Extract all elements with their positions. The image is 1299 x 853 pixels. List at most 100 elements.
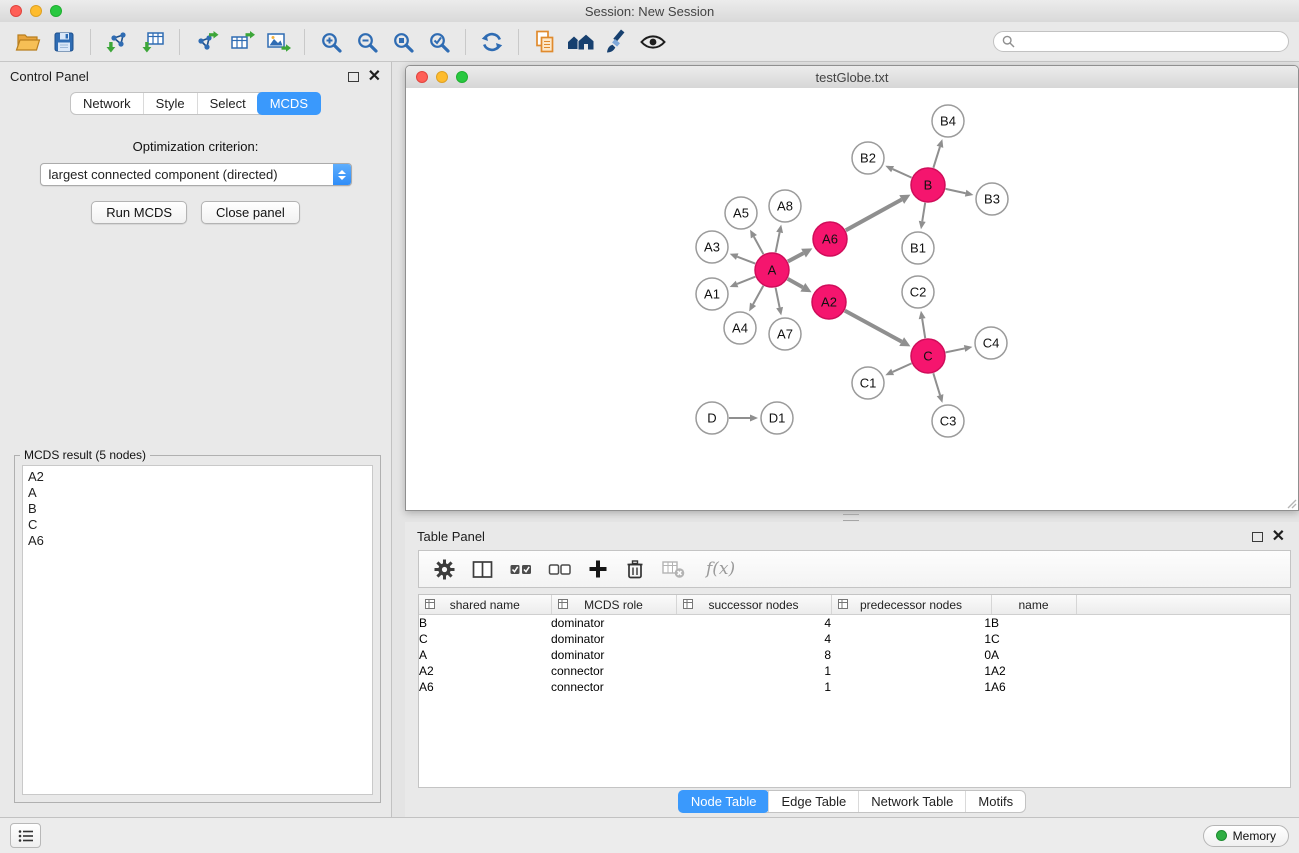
edge-A-A2[interactable]	[788, 279, 803, 288]
close-table-panel-icon[interactable]: ✕	[1272, 531, 1285, 543]
edge-A-A4[interactable]	[753, 286, 763, 305]
memory-button[interactable]: Memory	[1203, 825, 1289, 847]
node-A6[interactable]: A6	[813, 222, 847, 256]
open-session-button[interactable]	[10, 25, 46, 59]
resize-grip[interactable]	[1285, 497, 1297, 509]
export-table-button[interactable]	[224, 25, 260, 59]
edge-A-A3[interactable]	[737, 257, 755, 264]
edge-A-A5[interactable]	[754, 237, 764, 254]
edge-C-C2[interactable]	[922, 319, 925, 339]
home-view-button[interactable]	[563, 25, 599, 59]
edge-C-C1[interactable]	[893, 363, 912, 372]
zoom-out-button[interactable]	[349, 25, 385, 59]
table-mode-button[interactable]	[433, 554, 456, 584]
table-row[interactable]: Adominator80A	[419, 647, 1290, 663]
node-A[interactable]: A	[755, 253, 789, 287]
zoom-fit-button[interactable]	[385, 25, 421, 59]
tab-style[interactable]: Style	[143, 93, 197, 114]
edge-A6-B[interactable]	[846, 199, 902, 230]
network-canvas[interactable]: B4 B2 B B3 A8 A5 A6 A3 B1 A C2 A1 A2 A4 A7 C4 C C1 D D1 C3	[406, 88, 1298, 510]
column-header-shared-name[interactable]: shared name	[419, 595, 551, 615]
table-row[interactable]: A6connector11A6	[419, 679, 1290, 695]
close-panel-icon[interactable]: ✕	[368, 71, 381, 83]
tab-edge-table[interactable]: Edge Table	[768, 791, 858, 812]
edge-A2-C[interactable]	[845, 311, 902, 342]
function-builder-button[interactable]: f(x)	[702, 554, 735, 584]
close-panel-button[interactable]: Close panel	[201, 201, 300, 224]
node-A8[interactable]: A8	[769, 190, 801, 222]
node-B2[interactable]: B2	[852, 142, 884, 174]
edge-C-C4[interactable]	[946, 348, 965, 352]
close-window-button[interactable]	[10, 5, 22, 17]
minimize-window-button[interactable]	[30, 5, 42, 17]
table-row[interactable]: A2connector11A2	[419, 663, 1290, 679]
tab-node-table[interactable]: Node Table	[678, 790, 770, 813]
show-hide-details-button[interactable]	[635, 25, 671, 59]
node-C[interactable]: C	[911, 339, 945, 373]
tab-network-table[interactable]: Network Table	[858, 791, 965, 812]
column-header-predecessor-nodes[interactable]: predecessor nodes	[831, 595, 991, 615]
search-input[interactable]	[1020, 34, 1280, 50]
apply-style-button[interactable]	[599, 25, 635, 59]
save-session-button[interactable]	[46, 25, 82, 59]
edge-C-C3[interactable]	[933, 373, 940, 395]
show-panel-button[interactable]	[10, 823, 41, 848]
run-mcds-button[interactable]: Run MCDS	[91, 201, 187, 224]
tab-motifs[interactable]: Motifs	[965, 791, 1025, 812]
tab-network[interactable]: Network	[71, 93, 143, 114]
edge-B-B4[interactable]	[933, 147, 940, 168]
open-recent-button[interactable]	[527, 25, 563, 59]
export-network-button[interactable]	[188, 25, 224, 59]
column-header-name[interactable]: name	[991, 595, 1076, 615]
edge-B-B2[interactable]	[893, 169, 912, 178]
zoom-network-window-button[interactable]	[456, 71, 468, 83]
import-network-button[interactable]	[99, 25, 135, 59]
node-A3[interactable]: A3	[696, 231, 728, 263]
delete-table-button[interactable]	[661, 554, 687, 584]
node-C2[interactable]: C2	[902, 276, 934, 308]
edge-A-A6[interactable]	[788, 253, 804, 261]
optimization-select[interactable]: largest connected component (directed)	[40, 163, 352, 186]
edge-B-B3[interactable]	[946, 189, 966, 193]
edge-A-A7[interactable]	[776, 288, 780, 308]
node-A5[interactable]: A5	[725, 197, 757, 229]
minimize-network-window-button[interactable]	[436, 71, 448, 83]
edge-B-B1[interactable]	[922, 203, 925, 222]
import-table-button[interactable]	[135, 25, 171, 59]
column-header-successor-nodes[interactable]: successor nodes	[676, 595, 831, 615]
deselect-all-rows-button[interactable]	[548, 554, 572, 584]
float-panel-button[interactable]	[348, 72, 359, 82]
refresh-view-button[interactable]	[474, 25, 510, 59]
edge-A-A8[interactable]	[776, 232, 780, 252]
node-A1[interactable]: A1	[696, 278, 728, 310]
node-C3[interactable]: C3	[932, 405, 964, 437]
node-D1[interactable]: D1	[761, 402, 793, 434]
node-A2[interactable]: A2	[812, 285, 846, 319]
node-B4[interactable]: B4	[932, 105, 964, 137]
node-C1[interactable]: C1	[852, 367, 884, 399]
node-B3[interactable]: B3	[976, 183, 1008, 215]
export-image-button[interactable]	[260, 25, 296, 59]
show-columns-button[interactable]	[471, 554, 494, 584]
select-all-rows-button[interactable]	[509, 554, 533, 584]
float-table-panel-button[interactable]	[1252, 532, 1263, 542]
zoom-window-button[interactable]	[50, 5, 62, 17]
node-A7[interactable]: A7	[769, 318, 801, 350]
node-B1[interactable]: B1	[902, 232, 934, 264]
node-A4[interactable]: A4	[724, 312, 756, 344]
node-B[interactable]: B	[911, 168, 945, 202]
close-network-window-button[interactable]	[416, 71, 428, 83]
split-pane-handle[interactable]	[843, 514, 859, 521]
create-column-button[interactable]	[587, 554, 609, 584]
tab-select[interactable]: Select	[197, 93, 258, 114]
table-row[interactable]: Bdominator41B	[419, 615, 1290, 632]
table-row[interactable]: Cdominator41C	[419, 631, 1290, 647]
node-D[interactable]: D	[696, 402, 728, 434]
tab-mcds[interactable]: MCDS	[257, 92, 321, 115]
zoom-in-button[interactable]	[313, 25, 349, 59]
node-C4[interactable]: C4	[975, 327, 1007, 359]
delete-column-button[interactable]	[624, 554, 646, 584]
mcds-result-list[interactable]: A2ABCA6	[22, 465, 373, 795]
zoom-selected-button[interactable]	[421, 25, 457, 59]
edge-A-A1[interactable]	[737, 277, 755, 284]
